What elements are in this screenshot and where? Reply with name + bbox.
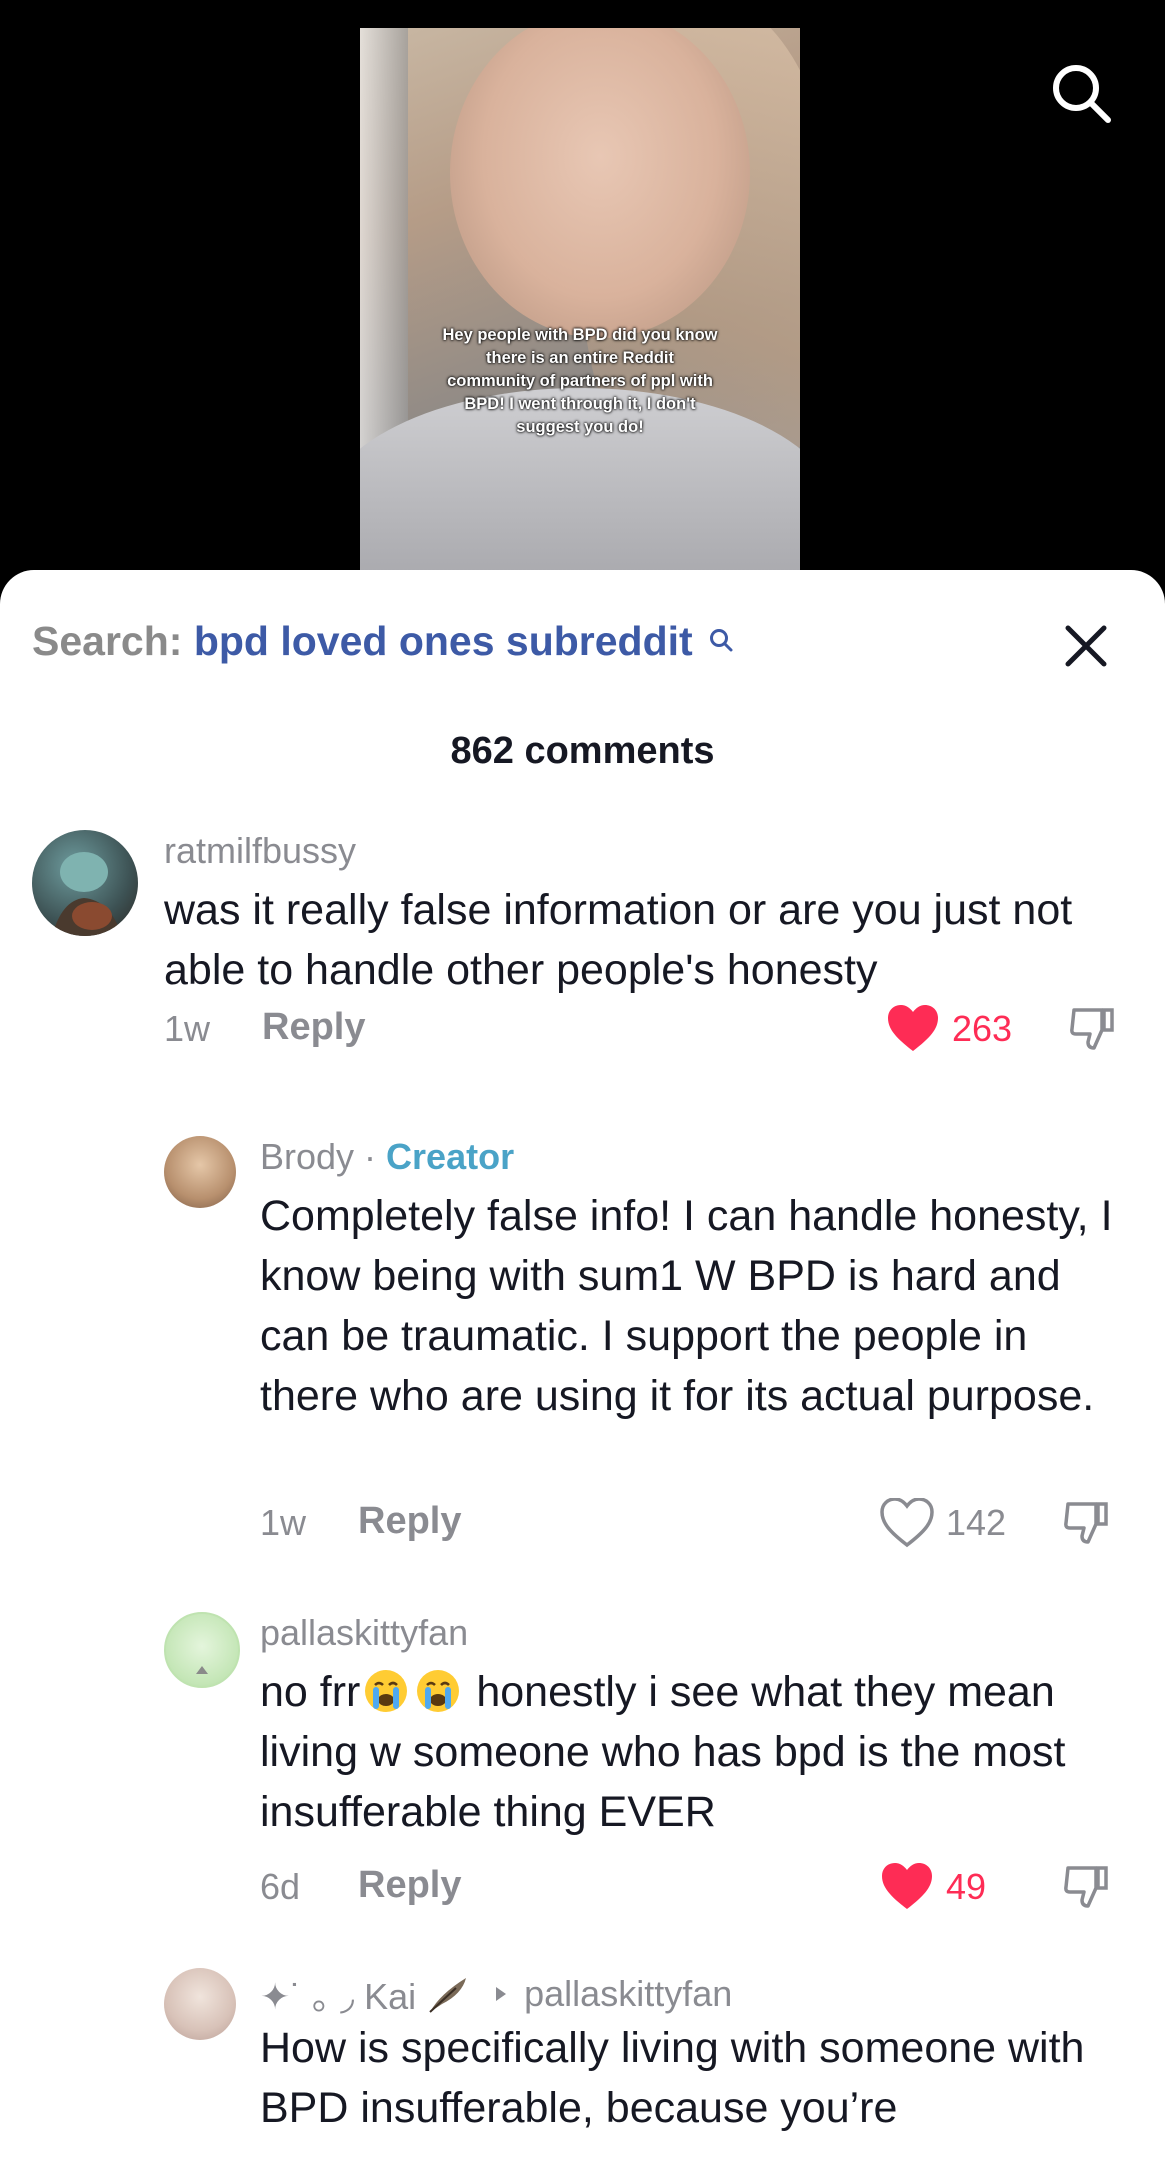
crying-face-emoji (417, 1670, 460, 1712)
reply-item: Brody · Creator Completely false info! I… (0, 1136, 1165, 1548)
like-count: 49 (946, 1866, 987, 1907)
like-button[interactable]: 142 (880, 1498, 1006, 1548)
crying-face-emoji (365, 1670, 408, 1712)
comment-username[interactable]: ratmilfbussy (164, 830, 356, 872)
comment-item: ratmilfbussy was it really false informa… (0, 830, 1165, 1060)
reply-item: pallaskittyfan no frr honestly i see wha… (0, 1612, 1165, 1909)
video-thumbnail[interactable]: Hey people with BPD did you know there i… (360, 28, 800, 580)
heart-filled-icon (882, 1863, 932, 1909)
comment-username: Brody · Creator (260, 1136, 514, 1178)
reply-button[interactable]: Reply (358, 1500, 461, 1543)
video-caption: Hey people with BPD did you know there i… (442, 326, 718, 436)
avatar[interactable] (32, 830, 138, 936)
reply-to-username[interactable]: pallaskittyfan (524, 1973, 732, 2015)
reply-button[interactable]: Reply (358, 1864, 461, 1907)
comment-text-start: no frr (260, 1668, 361, 1716)
video-area: Hey people with BPD did you know there i… (0, 0, 1165, 600)
feather-icon (429, 1978, 467, 2013)
reply-item: ✦˙ ｡ ◞ Kai pallaskittyfan How is specifi… (0, 1968, 1165, 2163)
avatar[interactable] (164, 1612, 240, 1688)
search-query-link[interactable]: bpd loved ones subreddit (194, 618, 693, 664)
comments-sheet: Search: bpd loved ones subreddit 862 com… (0, 570, 1165, 2163)
reply-author[interactable]: Brody (260, 1136, 354, 1177)
dislike-icon[interactable] (1060, 1496, 1112, 1553)
creator-badge: Creator (386, 1136, 515, 1177)
comment-text: Completely false info! I can handle hone… (260, 1192, 1113, 1420)
dislike-icon[interactable] (1066, 1002, 1118, 1059)
comment-text: no frr honestly i see what they mean liv… (260, 1662, 1130, 1842)
comment-text: How is specifically living with someone … (260, 2024, 1085, 2132)
comment-username[interactable]: pallaskittyfan (260, 1612, 468, 1654)
search-icon[interactable] (1048, 60, 1114, 126)
comment-text: was it really false information or are y… (164, 886, 1073, 994)
dislike-icon[interactable] (1060, 1860, 1112, 1917)
like-button[interactable]: 49 (880, 1862, 986, 1912)
like-button[interactable]: 263 (886, 1004, 1012, 1054)
comment-time: 1w (164, 1008, 211, 1049)
author-separator: · (354, 1136, 387, 1177)
heart-outline-icon (880, 1498, 934, 1548)
like-count: 142 (946, 1502, 1007, 1543)
heart-filled-icon (888, 1005, 938, 1051)
reply-button[interactable]: Reply (262, 1006, 365, 1049)
like-count: 263 (952, 1008, 1013, 1049)
close-icon[interactable] (1060, 620, 1112, 672)
comment-count: 862 comments (450, 730, 715, 772)
reply-arrow-icon (496, 1987, 507, 2001)
avatar[interactable] (164, 1136, 236, 1208)
comment-time: 1w (260, 1502, 307, 1543)
comment-username: ✦˙ ｡ ◞ Kai pallaskittyfan (260, 1968, 732, 2020)
comment-search-row[interactable]: Search: bpd loved ones subreddit (32, 618, 734, 665)
comment-time: 6d (260, 1866, 301, 1907)
avatar[interactable] (164, 1968, 236, 2040)
search-icon[interactable] (708, 616, 734, 663)
search-label: Search: (32, 618, 183, 664)
reply-author[interactable]: ✦˙ ｡ ◞ Kai (260, 1968, 416, 2020)
